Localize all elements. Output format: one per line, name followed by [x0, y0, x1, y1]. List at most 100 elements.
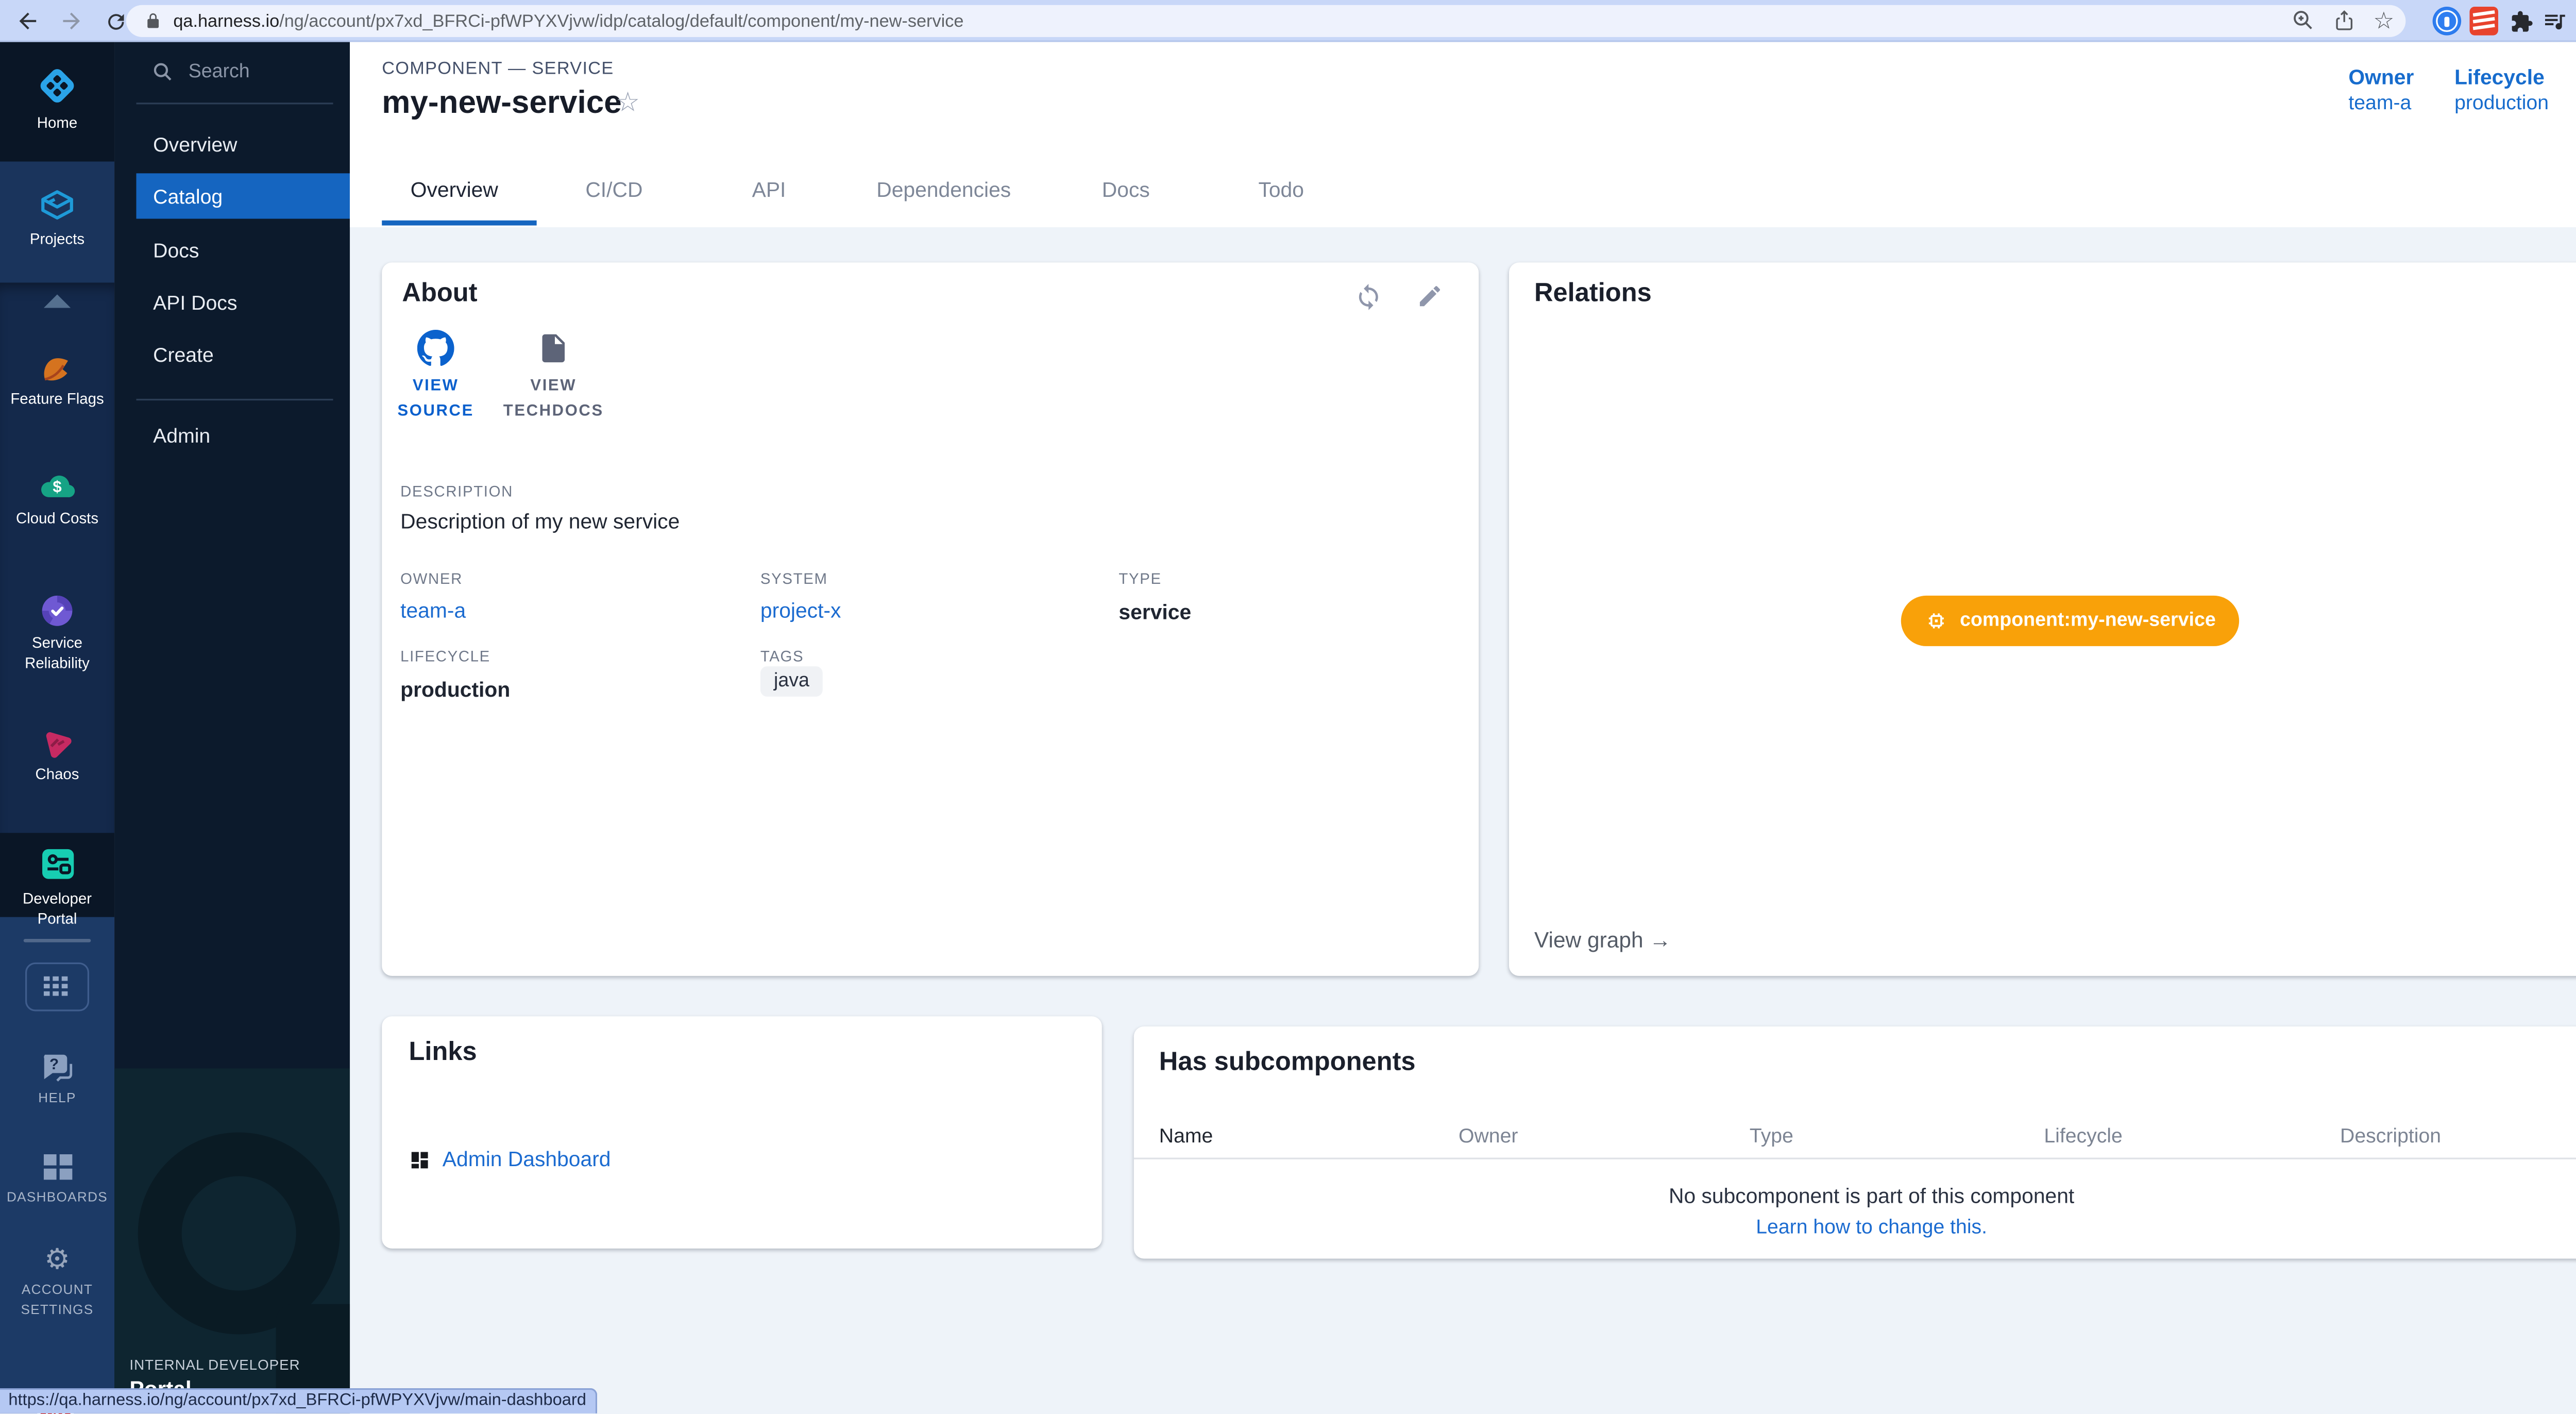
entity-tabs: Overview CI/CD API Dependencies Docs Tod…: [350, 160, 2576, 227]
dashboards-icon: [0, 1154, 114, 1183]
tab-cicd[interactable]: CI/CD: [585, 178, 642, 202]
browser-back-icon[interactable]: [13, 7, 42, 36]
main-content: COMPONENT — SERVICE my-new-service ☆ Own…: [350, 42, 2576, 1414]
favorite-star-icon[interactable]: ☆: [616, 86, 640, 120]
relation-node-badge[interactable]: component:my-new-service: [1901, 596, 2240, 646]
sidebar-divider: [24, 939, 91, 942]
developer-portal-icon: [0, 843, 114, 885]
relations-card: Relations component:my-new-service View …: [1509, 262, 2576, 975]
sidebar-item-account-settings[interactable]: ⚙ ACCOUNT SETTINGS: [0, 1245, 114, 1319]
sidebar-item-home[interactable]: Home: [0, 64, 114, 134]
tags-label: TAGS: [760, 648, 804, 665]
description-value: Description of my new service: [400, 510, 680, 533]
empty-state-learn-link[interactable]: Learn how to change this.: [1134, 1215, 2576, 1239]
svg-text:$: $: [53, 478, 61, 496]
screen: qa.harness.io/ng/account/px7xd_BFRCi-pfW…: [0, 0, 2576, 1414]
sidebar-item-cloud-costs[interactable]: $ Cloud Costs: [0, 466, 114, 529]
subcomponents-card: Has subcomponents Name Owner Type Lifecy…: [1134, 1026, 2576, 1259]
extensions-puzzle-icon[interactable]: [2506, 7, 2535, 36]
url-text: qa.harness.io/ng/account/px7xd_BFRCi-pfW…: [173, 11, 963, 31]
github-icon: [375, 330, 496, 367]
type-value: service: [1118, 601, 1191, 625]
links-title: Links: [409, 1038, 477, 1069]
idp-sidebar: Search Overview Catalog Docs API Docs Cr…: [114, 42, 350, 1414]
service-reliability-icon: [0, 591, 114, 631]
view-graph-link[interactable]: View graph →: [1534, 927, 1671, 952]
share-icon[interactable]: [2328, 5, 2359, 36]
gear-icon: ⚙: [0, 1245, 114, 1275]
chaos-icon: [0, 722, 114, 762]
links-card: Links Admin Dashboard: [382, 1016, 1102, 1249]
scroll-up-chevron-icon[interactable]: [44, 294, 71, 308]
sidebar-item-projects[interactable]: Projects: [0, 185, 114, 250]
view-source-button[interactable]: VIEW SOURCE: [375, 330, 496, 424]
relations-title: Relations: [1534, 279, 1652, 310]
browser-forward-icon[interactable]: [57, 7, 86, 36]
column-header-description[interactable]: Description: [2340, 1124, 2441, 1148]
playlist-extension-icon[interactable]: [2540, 7, 2569, 36]
sidebar-item-catalog[interactable]: Catalog: [136, 173, 350, 218]
sidebar-item-overview[interactable]: Overview: [153, 133, 237, 157]
owner-value-link[interactable]: team-a: [400, 599, 466, 622]
module-sidebar: Home Projects Feature Flags $ Cloud Cost…: [0, 42, 114, 1414]
owner-link[interactable]: team-a: [2348, 91, 2414, 114]
projects-cube-icon: [0, 185, 114, 225]
browser-reload-icon[interactable]: [101, 7, 130, 36]
module-switcher-button[interactable]: [25, 963, 89, 1012]
harness-logo-icon: [0, 64, 114, 108]
onepassword-extension-icon[interactable]: [2433, 7, 2462, 36]
sidebar-search[interactable]: Search: [151, 61, 250, 82]
sidebar-divider: [136, 103, 333, 104]
dashboard-link-icon: [409, 1149, 430, 1170]
page-title: my-new-service: [382, 86, 622, 123]
tag-chip[interactable]: java: [760, 666, 823, 697]
sidebar-item-docs[interactable]: Docs: [153, 239, 199, 263]
sidebar-extension-icon[interactable]: [2574, 7, 2576, 36]
admin-dashboard-link[interactable]: Admin Dashboard: [409, 1148, 611, 1171]
header-lifecycle: Lifecycle production: [2454, 65, 2549, 114]
address-bar[interactable]: qa.harness.io/ng/account/px7xd_BFRCi-pfW…: [126, 5, 2405, 37]
sidebar-item-create[interactable]: Create: [153, 343, 214, 367]
sidebar-item-chaos[interactable]: Chaos: [0, 722, 114, 785]
tab-overview[interactable]: Overview: [411, 178, 498, 202]
tab-todo[interactable]: Todo: [1258, 178, 1304, 202]
zoom-page-icon[interactable]: [2288, 5, 2318, 36]
header-owner: Owner team-a: [2348, 65, 2414, 114]
sidebar-item-help[interactable]: ? HELP: [0, 1052, 114, 1108]
brand-caption: INTERNAL DEVELOPER: [129, 1356, 300, 1373]
system-value-link[interactable]: project-x: [760, 599, 841, 622]
todoist-extension-icon[interactable]: [2469, 7, 2498, 36]
owner-label: OWNER: [400, 570, 463, 587]
arrow-right-icon: →: [1649, 927, 1671, 952]
about-card: About VIEW SOURCE VIEW TECHDOCS: [382, 262, 1479, 975]
lock-icon: [145, 12, 162, 30]
edit-pencil-icon[interactable]: [1416, 283, 1450, 316]
table-header-divider: [1134, 1158, 2576, 1159]
lifecycle-label: LIFECYCLE: [400, 648, 490, 665]
column-header-type[interactable]: Type: [1750, 1124, 1793, 1148]
description-label: DESCRIPTION: [400, 483, 513, 500]
svg-text:?: ?: [49, 1056, 59, 1073]
tab-api[interactable]: API: [752, 178, 786, 202]
column-header-name[interactable]: Name: [1159, 1124, 1213, 1148]
subcomponents-title: Has subcomponents: [1159, 1048, 1416, 1079]
sidebar-brand-area: INTERNAL DEVELOPER Portal: [114, 1068, 350, 1414]
column-header-lifecycle[interactable]: Lifecycle: [2044, 1124, 2122, 1148]
empty-state-text: No subcomponent is part of this componen…: [1134, 1185, 2576, 1208]
cloud-costs-icon: $: [0, 466, 114, 506]
techdocs-document-icon: [493, 330, 614, 367]
sidebar-item-api-docs[interactable]: API Docs: [153, 291, 237, 315]
sidebar-item-admin[interactable]: Admin: [153, 424, 210, 448]
entity-header: COMPONENT — SERVICE my-new-service ☆ Own…: [350, 42, 2576, 227]
view-techdocs-button[interactable]: VIEW TECHDOCS: [493, 330, 614, 424]
sidebar-item-developer-portal[interactable]: Developer Portal: [0, 843, 114, 929]
refresh-icon[interactable]: [1354, 283, 1388, 316]
grid-icon: [44, 976, 71, 998]
sidebar-item-feature-flags[interactable]: Feature Flags: [0, 350, 114, 410]
sidebar-item-dashboards[interactable]: DASHBOARDS: [0, 1154, 114, 1207]
tab-dependencies[interactable]: Dependencies: [876, 178, 1011, 202]
column-header-owner[interactable]: Owner: [1459, 1124, 1518, 1148]
sidebar-item-service-reliability[interactable]: Service Reliability: [0, 591, 114, 673]
bookmark-star-icon[interactable]: ☆: [2369, 5, 2399, 36]
tab-docs[interactable]: Docs: [1102, 178, 1150, 202]
